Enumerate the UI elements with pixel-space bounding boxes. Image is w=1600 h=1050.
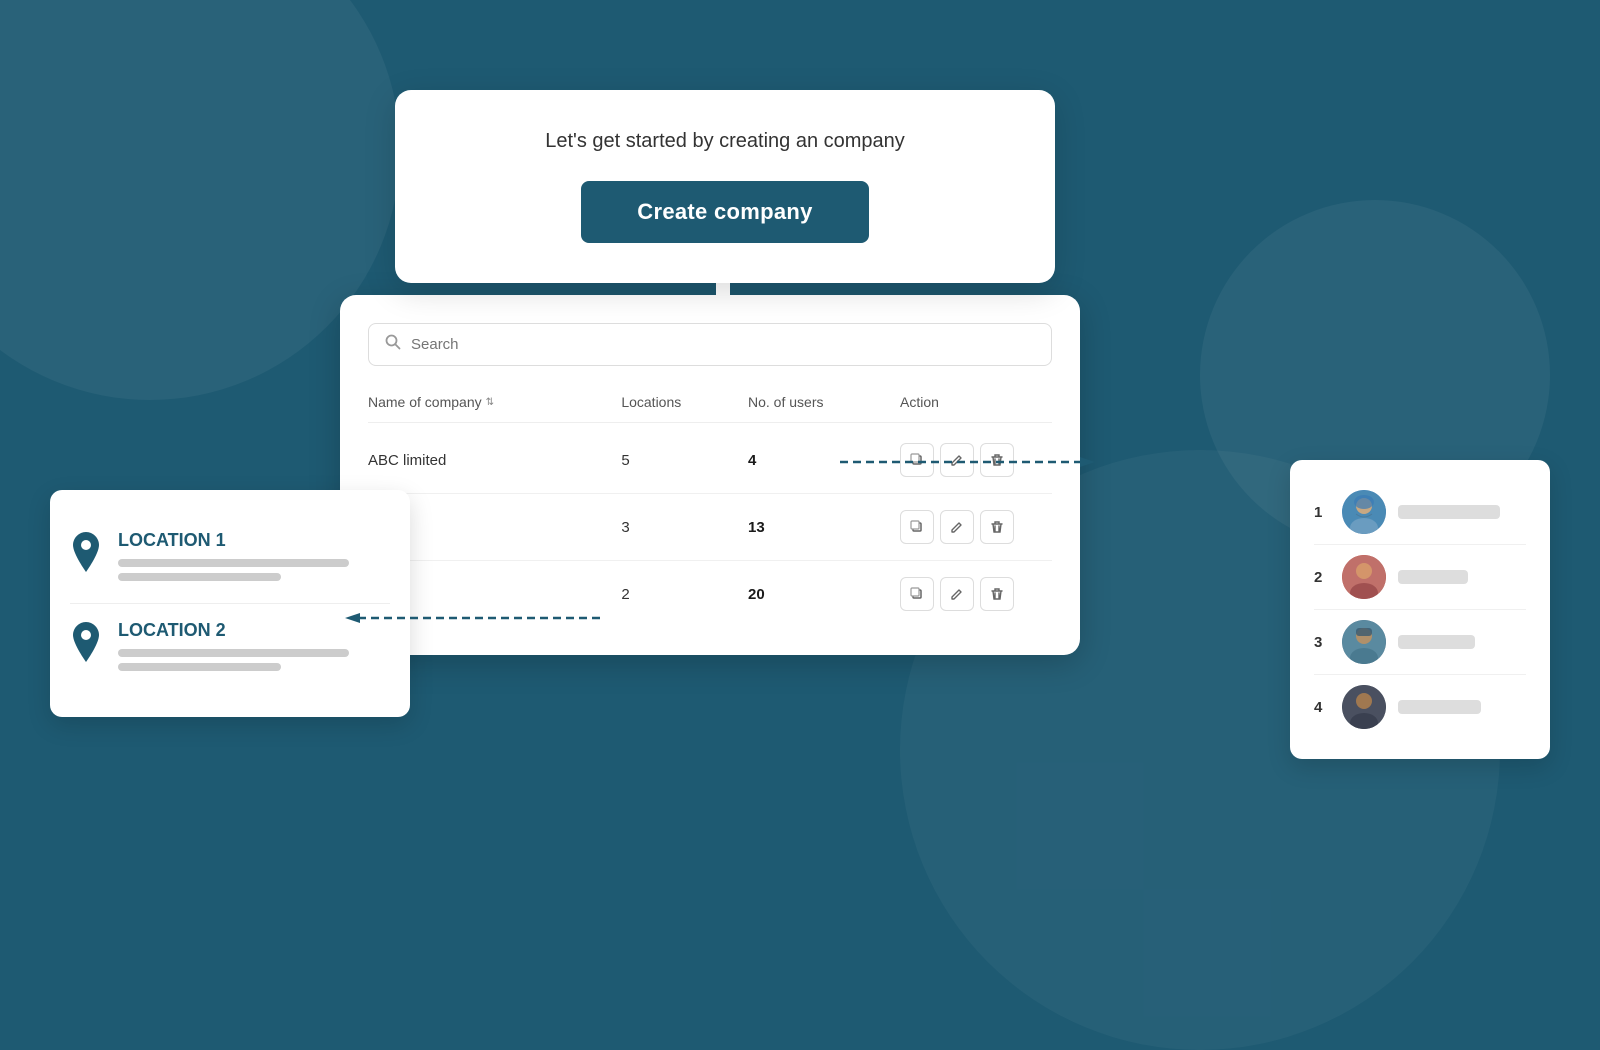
col-company-name: Name of company ⇅ [368, 394, 621, 410]
location-line-2a [118, 649, 349, 657]
location-line-2b [118, 663, 281, 671]
user-name-blur-1 [1398, 505, 1500, 519]
location-pin-icon-2 [70, 622, 102, 662]
location-line-1a [118, 559, 349, 567]
table-card: Name of company ⇅ Locations No. of users… [340, 295, 1080, 655]
copy-button-2[interactable] [900, 510, 934, 544]
user-name-blur-2 [1398, 570, 1468, 584]
user-avatar-3 [1342, 620, 1386, 664]
dashed-arrow-left [340, 608, 600, 628]
edit-button-3[interactable] [940, 577, 974, 611]
locations-3: 2 [621, 586, 748, 603]
sort-icon: ⇅ [486, 397, 494, 408]
delete-button-2[interactable] [980, 510, 1014, 544]
user-num-4: 4 [1314, 699, 1330, 716]
create-company-button[interactable]: Create company [581, 181, 868, 243]
location-pin-icon-1 [70, 532, 102, 572]
user-num-1: 1 [1314, 504, 1330, 521]
user-avatar-1 [1342, 490, 1386, 534]
location-item-1: LOCATION 1 [70, 514, 390, 604]
user-row-4: 4 [1314, 675, 1526, 739]
avatar-image-2 [1342, 555, 1386, 599]
user-row-3: 3 [1314, 610, 1526, 675]
edit-button-2[interactable] [940, 510, 974, 544]
user-row-1: 1 [1314, 480, 1526, 545]
col-action: Action [900, 394, 1052, 410]
avatar-image-3 [1342, 620, 1386, 664]
dashed-arrow-right [840, 452, 1100, 472]
col-locations: Locations [621, 394, 748, 410]
location-info-1: LOCATION 1 [118, 530, 390, 587]
location-panel: LOCATION 1 LOCATION 2 [50, 490, 410, 717]
top-card-subtitle: Let's get started by creating an company [475, 130, 975, 153]
action-btns-3 [900, 577, 1052, 611]
locations-1: 5 [621, 452, 748, 469]
user-num-3: 3 [1314, 634, 1330, 651]
user-row-2: 2 [1314, 545, 1526, 610]
location-info-2: LOCATION 2 [118, 620, 390, 677]
search-icon [385, 334, 401, 355]
location-line-1b [118, 573, 281, 581]
user-num-2: 2 [1314, 569, 1330, 586]
users-2: 13 [748, 519, 900, 536]
top-card: Let's get started by creating an company… [395, 90, 1055, 283]
user-name-blur-3 [1398, 635, 1475, 649]
user-avatar-4 [1342, 685, 1386, 729]
company-name-1: ABC limited [368, 452, 621, 469]
action-btns-2 [900, 510, 1052, 544]
table-row: oduct 3 13 [368, 494, 1052, 561]
table-header: Name of company ⇅ Locations No. of users… [368, 386, 1052, 423]
avatar-image-4 [1342, 685, 1386, 729]
user-avatar-2 [1342, 555, 1386, 599]
copy-button-3[interactable] [900, 577, 934, 611]
col-users: No. of users [748, 394, 900, 410]
search-input[interactable] [411, 336, 1035, 353]
users-3: 20 [748, 586, 900, 603]
locations-2: 3 [621, 519, 748, 536]
delete-button-3[interactable] [980, 577, 1014, 611]
location-name-1: LOCATION 1 [118, 530, 390, 551]
user-name-blur-4 [1398, 700, 1481, 714]
users-panel: 1 2 [1290, 460, 1550, 759]
search-bar[interactable] [368, 323, 1052, 366]
avatar-image-1 [1342, 490, 1386, 534]
